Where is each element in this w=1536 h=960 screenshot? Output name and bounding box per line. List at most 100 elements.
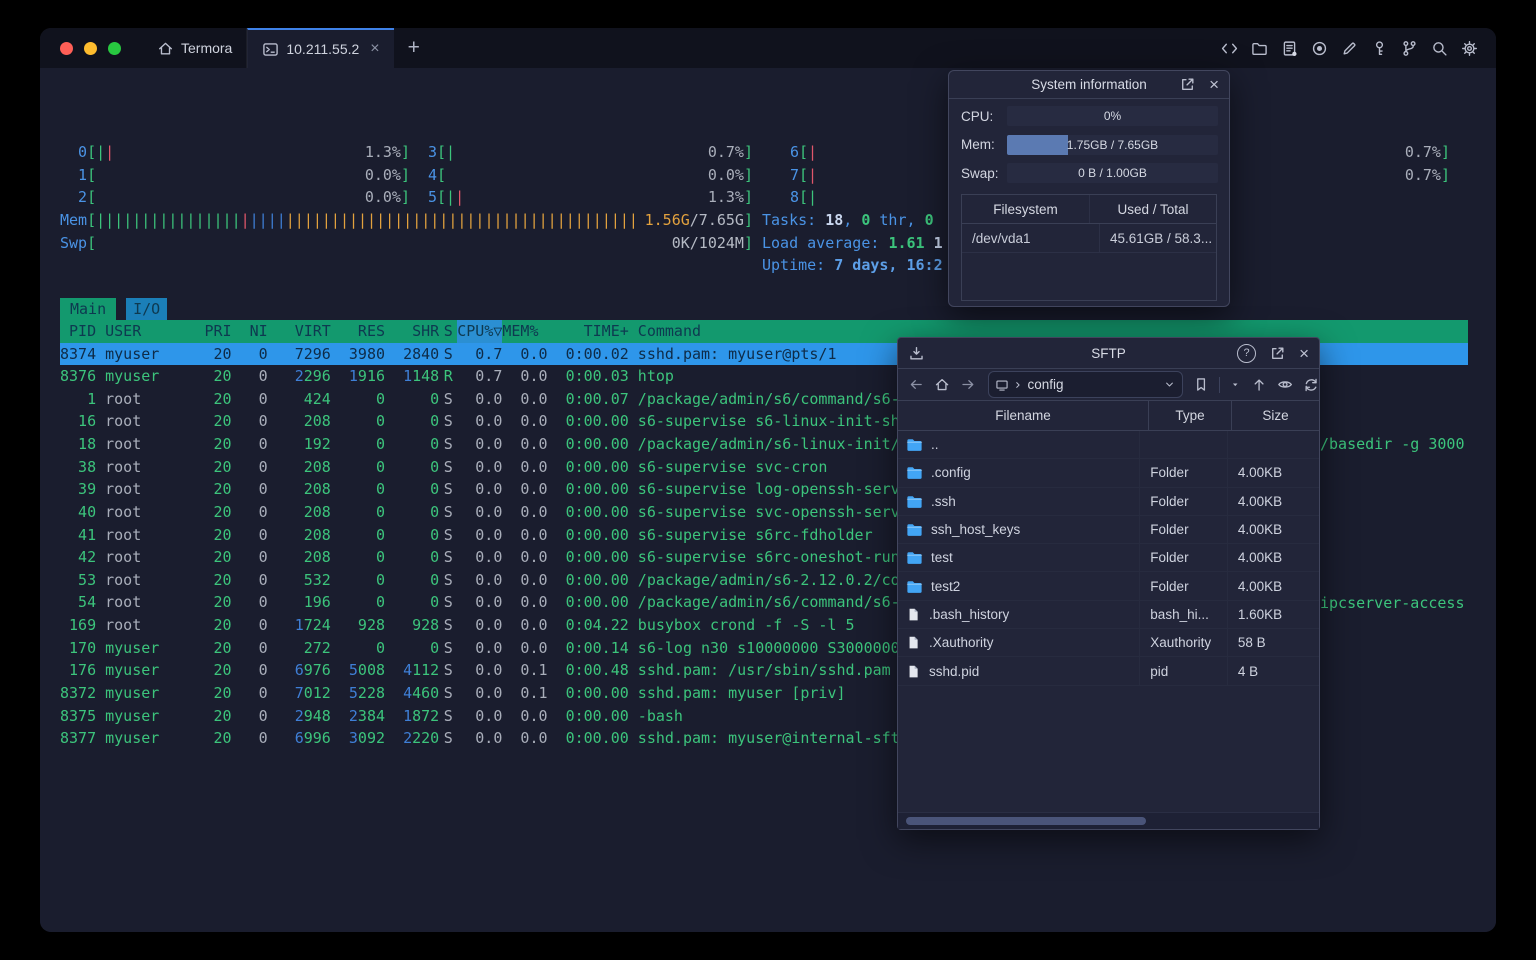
app-window: Termora 10.211.55.2 × + 0[|| 1.3%] 1[0.0%]… <box>40 28 1496 932</box>
column-header-time[interactable]: TIME+ <box>548 320 629 343</box>
file-type-cell: Folder <box>1140 544 1228 572</box>
file-name-cell: ssh_host_keys <box>898 515 1141 544</box>
new-tab-button[interactable]: + <box>394 28 434 68</box>
chevron-down-icon[interactable] <box>1163 378 1176 391</box>
show-hidden-eye-icon[interactable] <box>1277 376 1293 393</box>
file-size-cell: 1.60KB <box>1237 606 1283 622</box>
fs-row: /dev/vda1 45.61GB / 58.3... <box>962 224 1216 253</box>
column-header-s[interactable]: S <box>439 320 457 343</box>
path-breadcrumb[interactable]: config <box>988 371 1183 398</box>
column-header-virt[interactable]: VIRT <box>268 320 331 343</box>
key-icon[interactable] <box>1371 40 1388 57</box>
tab-host-10-211-55-2[interactable]: 10.211.55.2 × <box>247 28 394 68</box>
file-row[interactable]: .bash_history bash_hi... 1.60KB <box>898 600 1319 630</box>
column-header-cpu[interactable]: CPU%▽ <box>457 320 503 343</box>
htop-tab-io[interactable]: I/O <box>126 298 168 320</box>
file-column-header-type[interactable]: Type <box>1149 401 1232 430</box>
file-row[interactable]: .ssh Folder 4.00KB <box>898 487 1319 516</box>
tasks-line: Tasks: 18, 0 thr, 0 <box>762 210 934 229</box>
file-column-header-filename[interactable]: Filename <box>898 401 1149 430</box>
up-directory-icon[interactable] <box>1251 376 1267 393</box>
open-in-window-icon[interactable] <box>1269 345 1286 362</box>
column-header-pri[interactable]: PRI <box>195 320 231 343</box>
column-header-pid[interactable]: PID <box>60 320 96 343</box>
tab-termora[interactable]: Termora <box>143 28 248 68</box>
scrollbar-thumb[interactable] <box>906 817 1146 825</box>
pencil-icon[interactable] <box>1341 40 1358 57</box>
folder-icon <box>906 578 923 595</box>
file-name-cell: .ssh <box>898 487 1141 515</box>
open-in-window-icon[interactable] <box>1179 76 1196 93</box>
file-name: test <box>931 550 953 566</box>
column-header-mem[interactable]: MEM% <box>502 320 547 343</box>
memory-meter: Mem[||||||||||||||||||||||||||||||||||||… <box>60 210 753 229</box>
sftp-titlebar[interactable]: SFTP ? × <box>898 338 1319 369</box>
search-icon[interactable] <box>1431 40 1448 57</box>
folder-icon <box>906 436 923 453</box>
file-row[interactable]: sshd.pid pid 4 B <box>898 657 1319 686</box>
home-icon <box>158 42 173 55</box>
folder-icon[interactable] <box>1251 40 1268 57</box>
column-header-user[interactable]: USER <box>96 320 195 343</box>
system-information-titlebar[interactable]: System information × <box>949 71 1229 99</box>
file-column-header-size[interactable]: Size <box>1232 401 1319 430</box>
file-name: .config <box>931 465 971 481</box>
keychain-icon[interactable] <box>1401 40 1418 57</box>
traffic-lights <box>40 28 143 68</box>
file-row[interactable]: .config Folder 4.00KB <box>898 459 1319 488</box>
code-icon[interactable] <box>1221 40 1238 57</box>
file-name: sshd.pid <box>929 663 980 679</box>
column-header-ni[interactable]: NI <box>232 320 268 343</box>
file-name: .Xauthority <box>929 635 994 651</box>
file-row[interactable]: test Folder 4.00KB <box>898 544 1319 573</box>
computer-icon <box>996 379 1009 391</box>
file-type-cell: Folder <box>1140 515 1228 544</box>
htop-tab-main[interactable]: Main <box>60 298 117 320</box>
zoom-window-button[interactable] <box>108 41 121 55</box>
column-header-res[interactable]: RES <box>331 320 385 343</box>
htop-view-tabs: Main I/O <box>60 298 168 320</box>
file-size-cell: 4.00KB <box>1237 465 1283 481</box>
file-name-cell: test <box>898 544 1141 572</box>
bookmark-icon[interactable] <box>1193 376 1209 393</box>
column-header-shr[interactable]: SHR <box>385 320 439 343</box>
file-row[interactable]: ssh_host_keys Folder 4.00KB <box>898 515 1319 545</box>
close-icon[interactable]: × <box>1209 76 1219 93</box>
tab-bar: Termora 10.211.55.2 × + <box>40 28 1496 68</box>
folder-icon <box>906 521 923 538</box>
close-icon[interactable]: × <box>1299 345 1309 362</box>
window-toolbar <box>1221 28 1496 68</box>
horizontal-scrollbar[interactable] <box>898 812 1319 829</box>
file-size-cell: 4 B <box>1237 663 1259 679</box>
forward-icon[interactable] <box>960 376 976 393</box>
folder-icon <box>906 464 923 481</box>
gear-icon[interactable] <box>1461 40 1478 57</box>
log-icon[interactable] <box>1281 40 1298 57</box>
fs-header-used-total: Used / Total <box>1117 201 1189 217</box>
resource-bar: 0% <box>1007 106 1218 126</box>
file-size-cell <box>1228 431 1319 458</box>
file-type-cell <box>1140 431 1228 459</box>
minimize-window-button[interactable] <box>84 41 97 55</box>
file-type-cell: Folder <box>1140 487 1228 515</box>
caret-down-icon[interactable] <box>1230 379 1240 390</box>
help-icon[interactable]: ? <box>1237 343 1257 363</box>
record-icon[interactable] <box>1311 40 1328 57</box>
file-type-cell: pid <box>1140 657 1228 685</box>
close-window-button[interactable] <box>60 41 73 55</box>
file-row[interactable]: .. <box>898 431 1319 460</box>
close-tab-icon[interactable]: × <box>370 41 379 57</box>
file-row[interactable]: .Xauthority Xauthority 58 B <box>898 629 1319 658</box>
resource-bar-text: 0 B / 1.00GB <box>1078 166 1147 180</box>
refresh-icon[interactable] <box>1303 376 1319 393</box>
file-name-cell: test2 <box>898 572 1141 600</box>
fs-header-filesystem: Filesystem <box>962 195 1090 223</box>
cpu-meter-4: 4[0.0%] <box>428 165 753 184</box>
file-size-cell: 58 B <box>1237 635 1266 651</box>
filesystem-table-header: Filesystem Used / Total <box>962 195 1216 224</box>
file-table-header[interactable]: Filename Type Size <box>898 401 1319 431</box>
file-name-cell: .Xauthority <box>898 629 1141 657</box>
back-icon[interactable] <box>908 376 924 393</box>
home-icon[interactable] <box>934 376 950 393</box>
file-row[interactable]: test2 Folder 4.00KB <box>898 572 1319 601</box>
